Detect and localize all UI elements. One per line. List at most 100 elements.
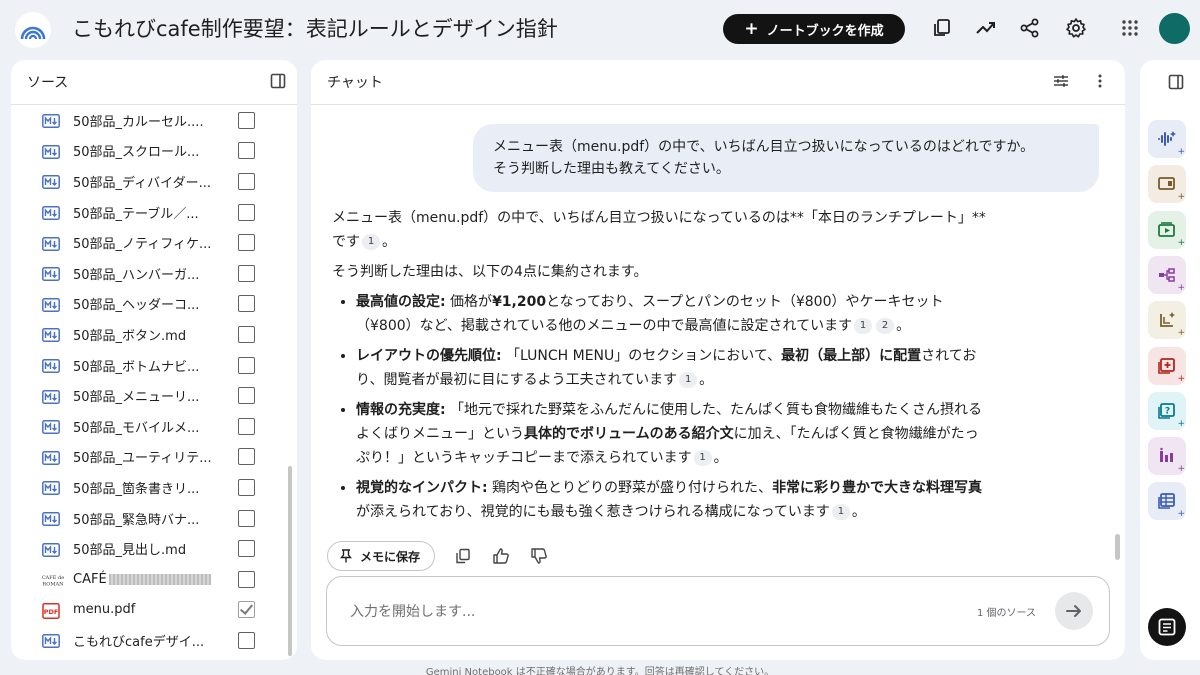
data-table-button[interactable]: + [1148,482,1186,521]
source-checkbox[interactable] [238,631,255,649]
chat-input-placeholder[interactable]: 入力を開始します... [350,601,475,621]
user-avatar[interactable] [1159,13,1190,44]
source-item[interactable]: 50部品_ノティフィケ... [11,227,297,258]
bullet-text: 。 [851,504,866,520]
bullet-heading: 情報の充実度: [356,402,446,418]
source-item[interactable]: 50部品_ディバイダー... [11,166,297,197]
source-checkbox[interactable] [238,172,255,190]
notebook-logo-icon[interactable] [15,12,51,48]
source-item[interactable]: 50部品_テーブル／... [11,197,297,228]
video-overview-button[interactable]: + [1148,210,1186,249]
source-item[interactable]: こもれびcafeデザイ... [11,625,297,656]
thumbs-up-icon[interactable] [491,546,511,566]
mind-map-button[interactable]: + [1148,255,1186,294]
source-item[interactable]: 50部品_メニューリ... [11,380,297,411]
copy-icon[interactable] [930,16,954,40]
svg-text:ROMAN: ROMAN [43,582,64,588]
source-checkbox[interactable] [238,325,255,343]
source-checkbox[interactable] [238,264,255,282]
share-icon[interactable] [1018,16,1042,40]
save-to-memo-label: メモに保存 [360,549,421,564]
source-item[interactable]: 50部品_ユーティリテ... [11,442,297,473]
create-notebook-label: ノートブックを作成 [766,23,884,39]
citation-chip[interactable]: 1 [679,372,698,388]
source-checkbox[interactable] [238,295,255,313]
source-item[interactable]: 50部品_スクロール... [11,136,297,167]
citation-chip[interactable]: 1 [362,234,380,250]
chat-settings-tune-icon[interactable] [1053,73,1071,91]
citation-chip[interactable]: 1 [831,504,850,520]
source-item[interactable]: 50部品_カルーセル.... [11,105,297,136]
source-checkbox[interactable] [238,417,255,435]
source-checkbox[interactable] [238,478,255,496]
source-item[interactable]: 50部品_ハンバーガ... [11,258,297,289]
source-item[interactable]: PDF menu.pdf [11,595,297,626]
source-item[interactable]: 50部品_緊急時バナ... [11,503,297,534]
markdown-icon [42,511,60,526]
flashcard-icon [1157,357,1177,375]
source-checkbox[interactable] [238,601,255,619]
source-item[interactable]: 50部品_ボタン.md [11,319,297,350]
markdown-icon [42,174,60,190]
note-add-icon [1158,618,1176,636]
more-vert-icon[interactable] [1092,73,1110,91]
source-item[interactable]: 50部品_見出し.md [11,533,297,564]
svg-text:CAFÉ de: CAFÉ de [42,573,64,581]
source-checkbox[interactable] [238,142,255,160]
source-item[interactable]: CAFÉ de ROMAN CAFÉ [11,564,297,595]
source-checkbox[interactable] [238,234,255,252]
user-message-line2: そう判断した理由も教えてください。 [493,161,730,177]
markdown-icon [42,633,60,649]
source-item-label: 50部品_ボトムナビ... [73,359,200,375]
source-checkbox[interactable] [238,356,255,374]
citation-chip[interactable]: 1 [854,318,873,334]
source-item-label: 50部品_緊急時バナ... [73,512,200,528]
citation-chip[interactable]: 2 [876,318,895,334]
chat-input-box[interactable]: 入力を開始します... 1 個のソース [326,576,1110,646]
collapse-panel-icon[interactable] [270,73,288,91]
source-item-label: menu.pdf [73,602,136,618]
send-button[interactable] [1055,592,1093,630]
citation-chip[interactable]: 1 [693,450,712,466]
mini-plus-icon: + [1177,147,1185,157]
bullet-text: が添えられており、視覚的にも最も強く惹きつけられる構成になっています [356,504,830,520]
slides-button[interactable]: + [1148,165,1186,204]
source-checkbox[interactable] [238,203,255,221]
source-item-label: 50部品_ノティフィケ... [73,237,212,253]
copy-response-icon[interactable] [453,546,473,566]
answer-reason-lead: そう判断した理由は、以下の4点に集約されます。 [332,264,648,280]
source-checkbox[interactable] [238,509,255,527]
bullet-text: 「LUNCH MENU」のセクションにおいて、 [501,348,782,364]
source-checkbox[interactable] [238,570,255,588]
source-checkbox[interactable] [238,387,255,405]
markdown-icon [42,144,60,159]
source-checkbox[interactable] [238,111,255,129]
quiz-button[interactable]: ? + [1148,391,1186,430]
source-item-label: 50部品_ボタン.md [73,328,187,344]
sources-scrollbar[interactable] [288,466,292,656]
settings-gear-icon[interactable] [1064,16,1088,40]
source-checkbox[interactable] [238,448,255,466]
report-button[interactable]: + [1148,301,1186,340]
infographic-button[interactable]: + [1148,437,1186,476]
add-note-button[interactable] [1148,608,1186,646]
analytics-icon[interactable] [974,16,998,40]
message-actions: メモに保存 [327,541,549,571]
source-checkbox[interactable] [238,540,255,558]
source-item[interactable]: 50部品_ヘッダーコ... [11,289,297,320]
source-count: 1 個のソース [977,608,1037,619]
flashcard-button[interactable]: + [1148,346,1186,385]
source-item[interactable]: 50部品_箇条書きリ... [11,472,297,503]
expand-studio-panel-icon[interactable] [1168,74,1186,92]
audio-overview-button[interactable]: + [1148,120,1186,158]
bullet-text: 。 [896,318,911,334]
chat-scrollbar[interactable] [1115,534,1120,560]
save-to-memo-button[interactable]: メモに保存 [327,541,436,571]
apps-grid-icon[interactable] [1118,16,1142,40]
thumbs-down-icon[interactable] [529,546,549,566]
data-table-icon [1157,492,1177,510]
source-item[interactable]: 50部品_ボトムナビ... [11,350,297,381]
create-notebook-button[interactable]: + ノートブックを作成 [723,14,905,44]
source-item[interactable]: 50部品_モバイルメ... [11,411,297,442]
notebook-title[interactable]: こもれびcafe制作要望：表記ルールとデザイン指針 [72,13,558,43]
